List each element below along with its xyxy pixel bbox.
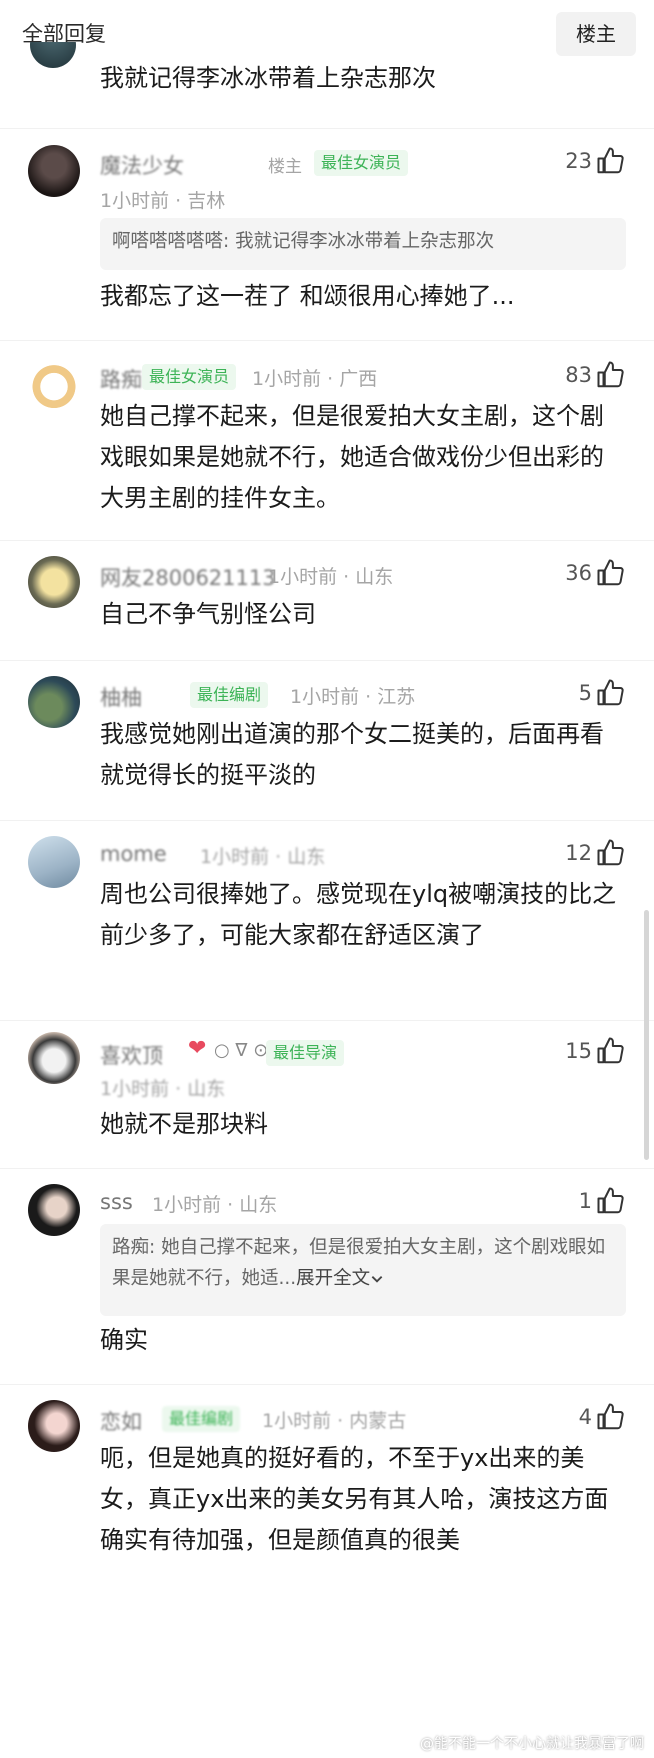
watermark: @能不能一个不小心就让我暴富了啊: [420, 1736, 644, 1752]
thumbs-up-icon: [597, 1187, 624, 1214]
like-button[interactable]: 15: [565, 1034, 626, 1068]
like-count: 36: [565, 561, 592, 585]
comment-meta: 1小时前 · 广西: [252, 368, 378, 390]
avatar[interactable]: [28, 836, 80, 888]
thumbs-up-icon: [597, 559, 624, 586]
divider: [0, 1168, 654, 1169]
chevron-down-icon[interactable]: [370, 1272, 384, 1286]
expand-full-text-link[interactable]: 展开全文: [296, 1268, 370, 1289]
thumbs-up-icon: [597, 679, 624, 706]
like-button[interactable]: 1: [579, 1184, 626, 1218]
award-badge: 最佳导演: [266, 1040, 345, 1066]
heart-icon: ❤: [188, 1036, 207, 1061]
like-button[interactable]: 4: [579, 1400, 626, 1434]
divider: [0, 660, 654, 661]
divider: [0, 1020, 654, 1021]
comment-meta: 1小时前 · 内蒙古: [262, 1410, 407, 1432]
username[interactable]: 恋如: [100, 1406, 142, 1436]
username[interactable]: 魔法少女: [100, 150, 184, 180]
comment-meta: 1小时前 · 山东: [200, 846, 326, 868]
owner-only-button[interactable]: 楼主: [556, 12, 636, 56]
divider: [0, 340, 654, 341]
avatar[interactable]: [28, 1184, 80, 1236]
award-badge: 最佳女演员: [314, 150, 409, 176]
username[interactable]: 喜欢顶: [100, 1040, 163, 1070]
scrollbar[interactable]: [644, 910, 649, 1160]
like-button[interactable]: 83: [565, 358, 626, 392]
comment-meta: 1小时前 · 山东: [152, 1194, 278, 1216]
comment-text: 她自己撑不起来，但是很爱拍大女主剧，这个剧戏眼如果是她就不行，她适合做戏份少但出…: [100, 402, 604, 512]
comment-meta: 1小时前 · 吉林: [100, 190, 226, 212]
username[interactable]: 路痴: [100, 364, 142, 394]
comment-text: 我感觉她刚出道演的那个女二挺美的，后面再看就觉得长的挺平淡的: [100, 720, 604, 789]
avatar[interactable]: [28, 145, 80, 197]
username[interactable]: sss: [100, 1190, 133, 1214]
avatar[interactable]: [28, 1032, 80, 1084]
like-count: 4: [578, 1405, 592, 1429]
divider: [0, 820, 654, 821]
divider: [0, 1384, 654, 1385]
award-badge: 最佳女演员: [142, 364, 237, 390]
quoted-reply[interactable]: 路痴: 她自己撑不起来，但是很爱拍大女主剧，这个剧戏眼如果是她就不行，她适...…: [100, 1224, 626, 1316]
comment-text: 呃，但是她真的挺好看的，不至于yx出来的美女，真正yx出来的美女另有其人哈，演技…: [100, 1444, 609, 1554]
comment-meta: 1小时前 · 江苏: [290, 686, 416, 708]
thumbs-up-icon: [597, 839, 624, 866]
avatar[interactable]: [28, 1400, 80, 1452]
comment-text: 自己不争气别怪公司: [100, 600, 316, 628]
comment-text: 我就记得李冰冰带着上杂志那次: [100, 64, 436, 92]
avatar[interactable]: [28, 1330, 80, 1382]
like-count: 1: [578, 1189, 592, 1213]
comment-text: 她就不是那块料: [100, 1110, 268, 1138]
owner-tag: 楼主: [268, 157, 302, 177]
like-count: 23: [565, 149, 592, 173]
comment-text: 确实: [100, 1326, 148, 1354]
like-count: 5: [578, 681, 592, 705]
username[interactable]: mome: [100, 842, 167, 866]
thumbs-up-icon: [597, 147, 624, 174]
comment-text: 我都忘了这一茬了 和颂很用心捧她了...: [100, 282, 515, 310]
emoji-icons: ○ ∇ ⊙: [214, 1040, 269, 1061]
thumbs-up-icon: [597, 361, 624, 388]
divider: [0, 128, 654, 129]
quoted-reply[interactable]: 啊嗒嗒嗒嗒嗒: 我就记得李冰冰带着上杂志那次: [100, 218, 626, 270]
username[interactable]: 网友2800621113: [100, 562, 276, 592]
thumbs-up-icon: [597, 1037, 624, 1064]
divider: [0, 540, 654, 541]
comment-meta: 1小时前 · 山东: [268, 566, 394, 588]
like-count: 12: [565, 841, 592, 865]
like-button[interactable]: 5: [579, 676, 626, 710]
award-badge: 最佳编剧: [190, 682, 269, 708]
avatar[interactable]: [28, 556, 80, 608]
like-button[interactable]: 36: [565, 556, 626, 590]
award-badge: 最佳编剧: [162, 1406, 241, 1432]
username[interactable]: 柚柚: [100, 682, 142, 712]
avatar[interactable]: [28, 676, 80, 728]
like-count: 15: [565, 1039, 592, 1063]
thumbs-up-icon: [597, 1403, 624, 1430]
top-bar: 全部回复 楼主: [0, 0, 654, 64]
comment-meta: 1小时前 · 山东: [100, 1078, 226, 1100]
like-count: 83: [565, 363, 592, 387]
like-button[interactable]: 23: [565, 144, 626, 178]
like-button[interactable]: 12: [565, 836, 626, 870]
avatar[interactable]: [28, 358, 80, 410]
comment-text: 周也公司很捧她了。感觉现在ylq被嘲演技的比之前少多了，可能大家都在舒适区演了: [100, 880, 617, 949]
